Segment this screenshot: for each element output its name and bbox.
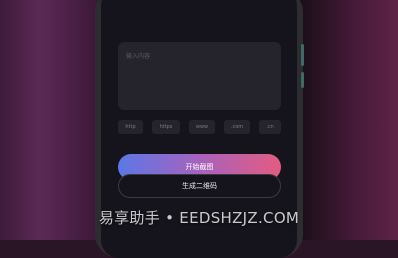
prefix-chip-http[interactable]: http	[118, 120, 143, 134]
generate-qrcode-button[interactable]: 生成二维码	[118, 174, 281, 198]
start-screenshot-label: 开始截图	[185, 163, 214, 171]
content-input[interactable]: 输入内容	[118, 42, 281, 110]
prefix-chip-com[interactable]: .com	[224, 120, 250, 134]
generate-qrcode-label: 生成二维码	[182, 182, 217, 190]
prefix-chip-row: http https www .com .cn	[118, 120, 281, 134]
prefix-chip-cn[interactable]: .cn	[259, 120, 281, 134]
prefix-chip-https[interactable]: https	[152, 120, 180, 134]
phone-side-button	[301, 72, 304, 88]
prefix-chip-www[interactable]: www	[189, 120, 215, 134]
watermark: 易享助手 • EEDSHZJZ.COM	[98, 209, 300, 227]
content-input-placeholder: 输入内容	[126, 53, 151, 60]
phone-side-button	[301, 44, 304, 66]
